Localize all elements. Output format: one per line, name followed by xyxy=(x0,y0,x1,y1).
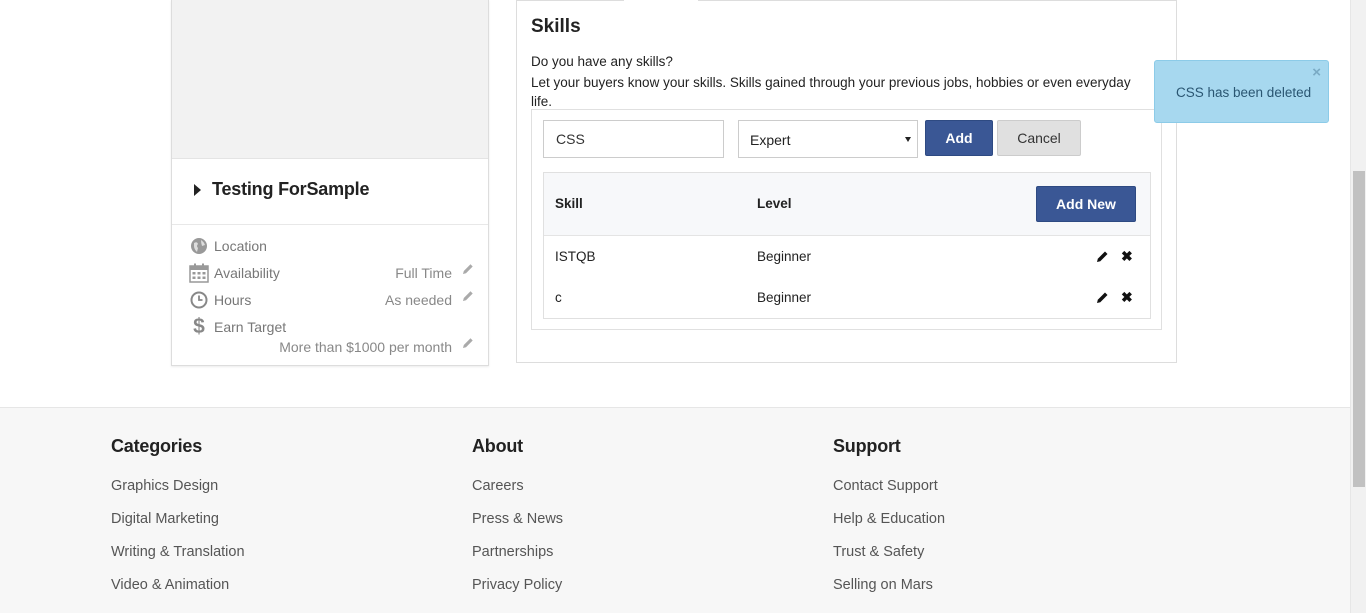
detail-label: Earn Target xyxy=(214,319,287,335)
detail-label: Hours xyxy=(214,292,252,308)
divider xyxy=(698,0,1176,1)
chevron-down-icon xyxy=(905,137,911,142)
skills-panel: Skills Do you have any skills? Let your … xyxy=(516,0,1177,363)
skills-title: Skills xyxy=(531,16,581,37)
detail-label: Location xyxy=(214,238,267,254)
clock-icon xyxy=(188,289,210,311)
skill-input[interactable] xyxy=(543,120,724,158)
footer-link[interactable]: Digital Marketing xyxy=(111,511,245,544)
dollar-icon: $ xyxy=(193,315,205,338)
skills-question: Do you have any skills? xyxy=(531,54,673,69)
detail-value: As needed xyxy=(385,292,452,308)
footer-column-categories: Categories Graphics Design Digital Marke… xyxy=(111,436,245,610)
profile-card: Testing ForSample Location Availability … xyxy=(171,0,489,366)
table-row: c Beginner ✖ xyxy=(544,277,1150,318)
pencil-icon[interactable] xyxy=(1096,250,1109,263)
table-row: ISTQB Beginner ✖ xyxy=(544,236,1150,277)
detail-label: Availability xyxy=(214,265,280,281)
profile-photo[interactable] xyxy=(172,0,488,159)
detail-value: More than $1000 per month xyxy=(279,339,452,355)
footer-column-support: Support Contact Support Help & Education… xyxy=(833,436,945,610)
footer-link[interactable]: Graphics Design xyxy=(111,478,245,511)
scrollbar-thumb[interactable] xyxy=(1353,171,1365,487)
footer-heading: Support xyxy=(833,436,901,456)
cell-skill: ISTQB xyxy=(555,249,596,264)
footer-link[interactable]: Video & Animation xyxy=(111,577,245,610)
cell-level: Beginner xyxy=(757,290,812,305)
footer-link[interactable]: Selling on Mars xyxy=(833,577,945,610)
detail-value: Full Time xyxy=(395,265,452,281)
column-header-skill: Skill xyxy=(555,196,583,211)
add-new-button[interactable]: Add New xyxy=(1036,186,1136,222)
globe-icon xyxy=(188,235,210,257)
page-scrollbar[interactable] xyxy=(1350,0,1366,613)
profile-name-row[interactable]: Testing ForSample xyxy=(172,159,488,225)
divider xyxy=(517,0,624,1)
pencil-icon[interactable] xyxy=(462,336,474,350)
footer-link[interactable]: Trust & Safety xyxy=(833,544,945,577)
footer-heading: About xyxy=(472,436,523,456)
footer-link[interactable]: Help & Education xyxy=(833,511,945,544)
close-icon[interactable]: × xyxy=(1312,65,1321,80)
calendar-icon xyxy=(188,262,210,284)
pencil-icon[interactable] xyxy=(462,262,474,276)
skills-table: Skill Level Add New ISTQB Beginner ✖ c B… xyxy=(543,172,1151,319)
footer-link[interactable]: Careers xyxy=(472,478,563,511)
cell-level: Beginner xyxy=(757,249,812,264)
pencil-icon[interactable] xyxy=(1096,291,1109,304)
footer-link[interactable]: Partnerships xyxy=(472,544,563,577)
caret-right-icon[interactable] xyxy=(194,184,201,196)
detail-hours: Hours As needed xyxy=(172,289,488,315)
table-header: Skill Level Add New xyxy=(544,173,1150,236)
pencil-icon[interactable] xyxy=(462,289,474,303)
level-select[interactable]: Expert xyxy=(738,120,918,158)
footer: Categories Graphics Design Digital Marke… xyxy=(0,407,1350,613)
skills-editor: Expert Add Cancel Skill Level Add New IS… xyxy=(531,109,1162,330)
toast-notification: CSS has been deleted × xyxy=(1154,60,1329,123)
detail-location: Location xyxy=(172,235,488,261)
profile-name: Testing ForSample xyxy=(212,179,370,199)
add-skill-button[interactable]: Add xyxy=(925,120,993,156)
column-header-level: Level xyxy=(757,196,792,211)
level-select-value: Expert xyxy=(750,132,791,148)
detail-availability: Availability Full Time xyxy=(172,262,488,288)
cell-skill: c xyxy=(555,290,562,305)
footer-column-about: About Careers Press & News Partnerships … xyxy=(472,436,563,610)
footer-link[interactable]: Writing & Translation xyxy=(111,544,245,577)
footer-link[interactable]: Press & News xyxy=(472,511,563,544)
footer-heading: Categories xyxy=(111,436,203,456)
delete-icon[interactable]: ✖ xyxy=(1121,290,1133,304)
cancel-button[interactable]: Cancel xyxy=(997,120,1081,156)
footer-link[interactable]: Privacy Policy xyxy=(472,577,563,610)
skills-description: Let your buyers know your skills. Skills… xyxy=(531,75,1131,109)
delete-icon[interactable]: ✖ xyxy=(1121,249,1133,263)
toast-message: CSS has been deleted xyxy=(1176,85,1312,100)
footer-link[interactable]: Contact Support xyxy=(833,478,945,511)
